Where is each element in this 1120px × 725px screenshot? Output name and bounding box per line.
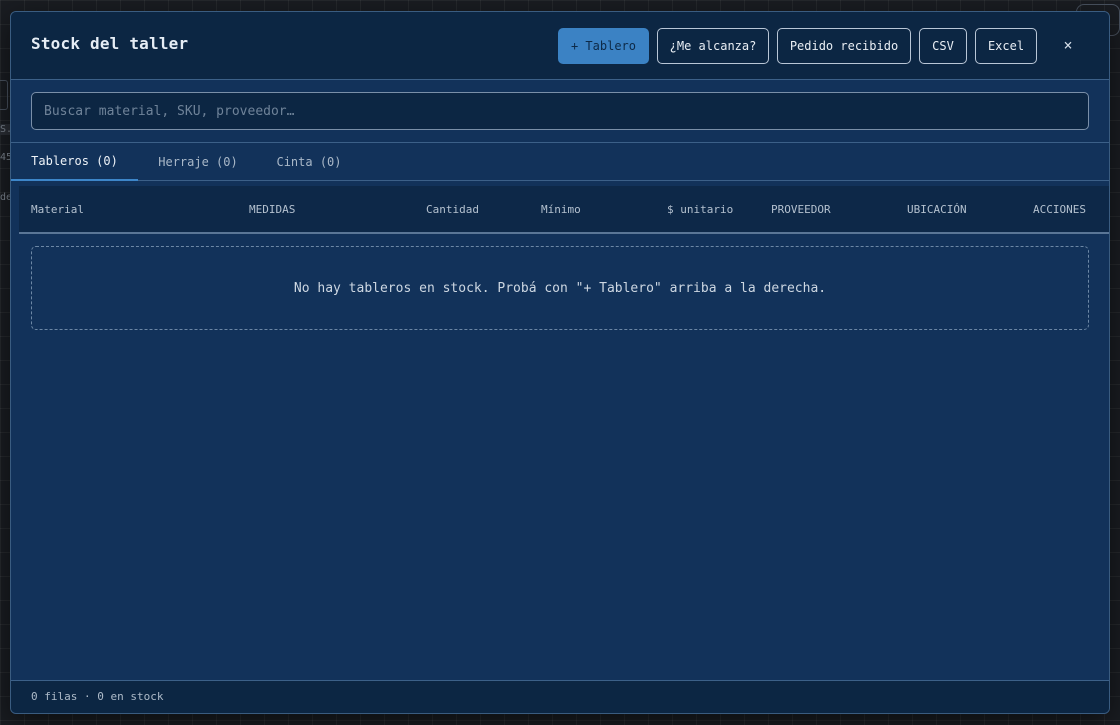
column-header-cantidad[interactable]: Cantidad (426, 203, 479, 216)
column-header-ubicacion[interactable]: UBICACIÓN (907, 203, 967, 216)
modal-header: Stock del taller + Tablero ¿Me alcanza? … (11, 12, 1109, 80)
tab-cinta[interactable]: Cinta (0) (267, 143, 351, 181)
tab-herraje[interactable]: Herraje (0) (148, 143, 248, 181)
column-header-acciones: ACCIONES (1033, 203, 1086, 216)
background-input-fragment (0, 80, 8, 110)
table-header: Material MEDIDAS Cantidad Mínimo $ unita… (19, 186, 1109, 234)
column-header-proveedor[interactable]: PROVEEDOR (771, 203, 831, 216)
empty-state-message: No hay tableros en stock. Probá con "+ T… (31, 246, 1089, 330)
tab-bar: Tableros (0) Herraje (0) Cinta (0) (11, 143, 1109, 181)
export-csv-button[interactable]: CSV (919, 28, 967, 64)
modal-title: Stock del taller (31, 34, 189, 53)
background-text-fragment: S. (0, 124, 13, 135)
column-header-medidas[interactable]: MEDIDAS (249, 203, 295, 216)
row-count-summary: 0 filas · 0 en stock (31, 690, 164, 703)
search-bar (11, 80, 1109, 143)
check-fit-button[interactable]: ¿Me alcanza? (657, 28, 769, 64)
tab-tableros[interactable]: Tableros (0) (11, 143, 138, 181)
order-received-button[interactable]: Pedido recibido (777, 28, 911, 64)
stock-modal: Stock del taller + Tablero ¿Me alcanza? … (10, 11, 1110, 714)
column-header-material[interactable]: Material (31, 203, 84, 216)
export-excel-button[interactable]: Excel (975, 28, 1037, 64)
add-board-button[interactable]: + Tablero (558, 28, 649, 64)
modal-footer: 0 filas · 0 en stock (11, 680, 1109, 713)
column-header-unit-price[interactable]: $ unitario (667, 203, 733, 216)
close-icon[interactable]: × (1058, 34, 1078, 56)
search-input[interactable] (31, 92, 1089, 130)
column-header-minimo[interactable]: Mínimo (541, 203, 581, 216)
